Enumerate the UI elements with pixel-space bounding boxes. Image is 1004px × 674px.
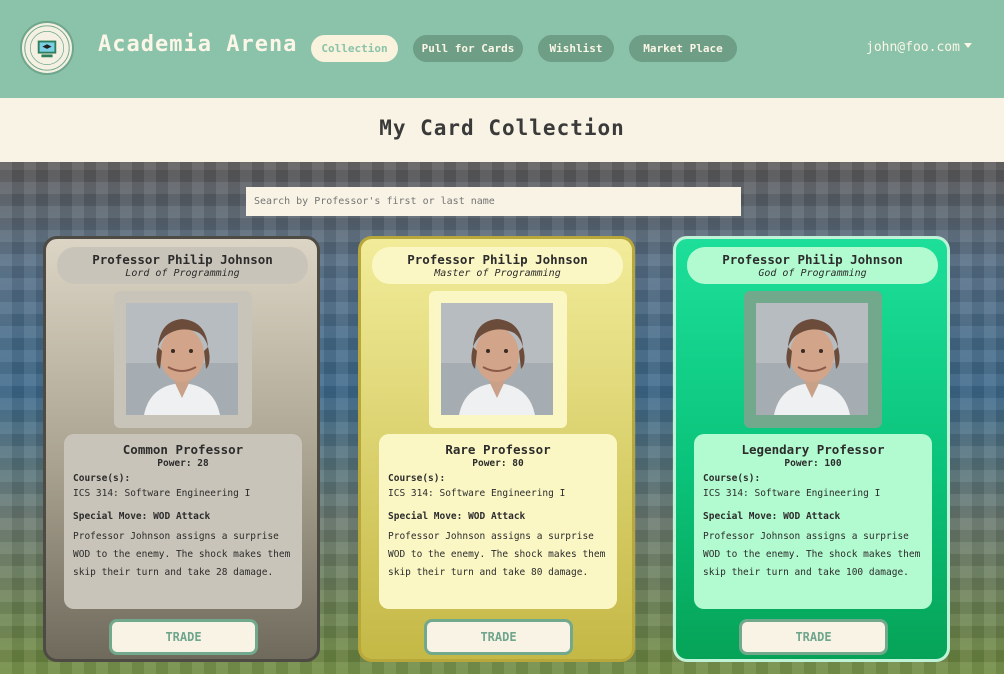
course-label: Course(s): — [703, 473, 761, 484]
special-move: Special Move: WOD Attack — [703, 511, 841, 522]
course-value: ICS 314: Software Engineering I — [388, 488, 566, 499]
nav-wishlist[interactable]: Wishlist — [538, 35, 614, 62]
special-move: Special Move: WOD Attack — [73, 511, 211, 522]
special-move-description: Professor Johnson assigns a surprise WOD… — [73, 531, 291, 578]
professor-photo — [756, 303, 868, 415]
card-name-box: Professor Philip Johnson Lord of Program… — [57, 247, 308, 284]
rarity-label: Rare Professor — [445, 442, 551, 457]
trade-button[interactable]: TRADE — [424, 619, 573, 655]
page-title: My Card Collection — [379, 116, 625, 140]
brand-name[interactable]: Academia Arena — [98, 32, 297, 57]
card-info-box: Rare Professor Power: 80 Course(s): ICS … — [379, 434, 617, 609]
chevron-down-icon — [963, 43, 972, 48]
card-info-box: Legendary Professor Power: 100 Course(s)… — [694, 434, 932, 609]
card-rare: Professor Philip Johnson Master of Progr… — [358, 236, 635, 662]
card-info-box: Common Professor Power: 28 Course(s): IC… — [64, 434, 302, 609]
course-label: Course(s): — [73, 473, 131, 484]
professor-photo — [441, 303, 553, 415]
course-label: Course(s): — [388, 473, 446, 484]
nav-market-place[interactable]: Market Place — [629, 35, 737, 62]
photo-frame — [114, 291, 252, 428]
power-value: Power: 28 — [157, 458, 209, 469]
card-name-box: Professor Philip Johnson God of Programm… — [687, 247, 938, 284]
professor-name: Professor Philip Johnson — [92, 252, 273, 267]
photo-frame — [744, 291, 882, 428]
nav-pull-for-cards[interactable]: Pull for Cards — [413, 35, 523, 62]
professor-name: Professor Philip Johnson — [722, 252, 903, 267]
special-move: Special Move: WOD Attack — [388, 511, 526, 522]
search-input[interactable] — [246, 187, 741, 216]
nav-collection[interactable]: Collection — [311, 35, 398, 62]
special-move-description: Professor Johnson assigns a surprise WOD… — [388, 531, 606, 578]
professor-title: Master of Programming — [434, 268, 561, 279]
card-name-box: Professor Philip Johnson Master of Progr… — [372, 247, 623, 284]
special-move-description: Professor Johnson assigns a surprise WOD… — [703, 531, 921, 578]
trade-button[interactable]: TRADE — [739, 619, 888, 655]
professor-title: God of Programming — [758, 268, 867, 279]
user-menu[interactable]: john@foo.com — [866, 40, 972, 55]
power-value: Power: 100 — [784, 458, 842, 469]
rarity-label: Legendary Professor — [741, 442, 885, 457]
title-bar: My Card Collection — [0, 98, 1004, 162]
course-value: ICS 314: Software Engineering I — [73, 488, 251, 499]
trade-button[interactable]: TRADE — [109, 619, 258, 655]
user-email: john@foo.com — [866, 40, 960, 55]
card-legendary: Professor Philip Johnson God of Programm… — [673, 236, 950, 662]
professor-photo — [126, 303, 238, 415]
card-common: Professor Philip Johnson Lord of Program… — [43, 236, 320, 662]
academia-arena-logo-icon — [24, 25, 70, 71]
course-value: ICS 314: Software Engineering I — [703, 488, 881, 499]
top-navbar: Academia Arena Collection Pull for Cards… — [0, 0, 1004, 98]
professor-name: Professor Philip Johnson — [407, 252, 588, 267]
logo[interactable] — [20, 21, 74, 75]
power-value: Power: 80 — [472, 458, 524, 469]
rarity-label: Common Professor — [122, 442, 244, 457]
professor-title: Lord of Programming — [125, 268, 240, 279]
photo-frame — [429, 291, 567, 428]
